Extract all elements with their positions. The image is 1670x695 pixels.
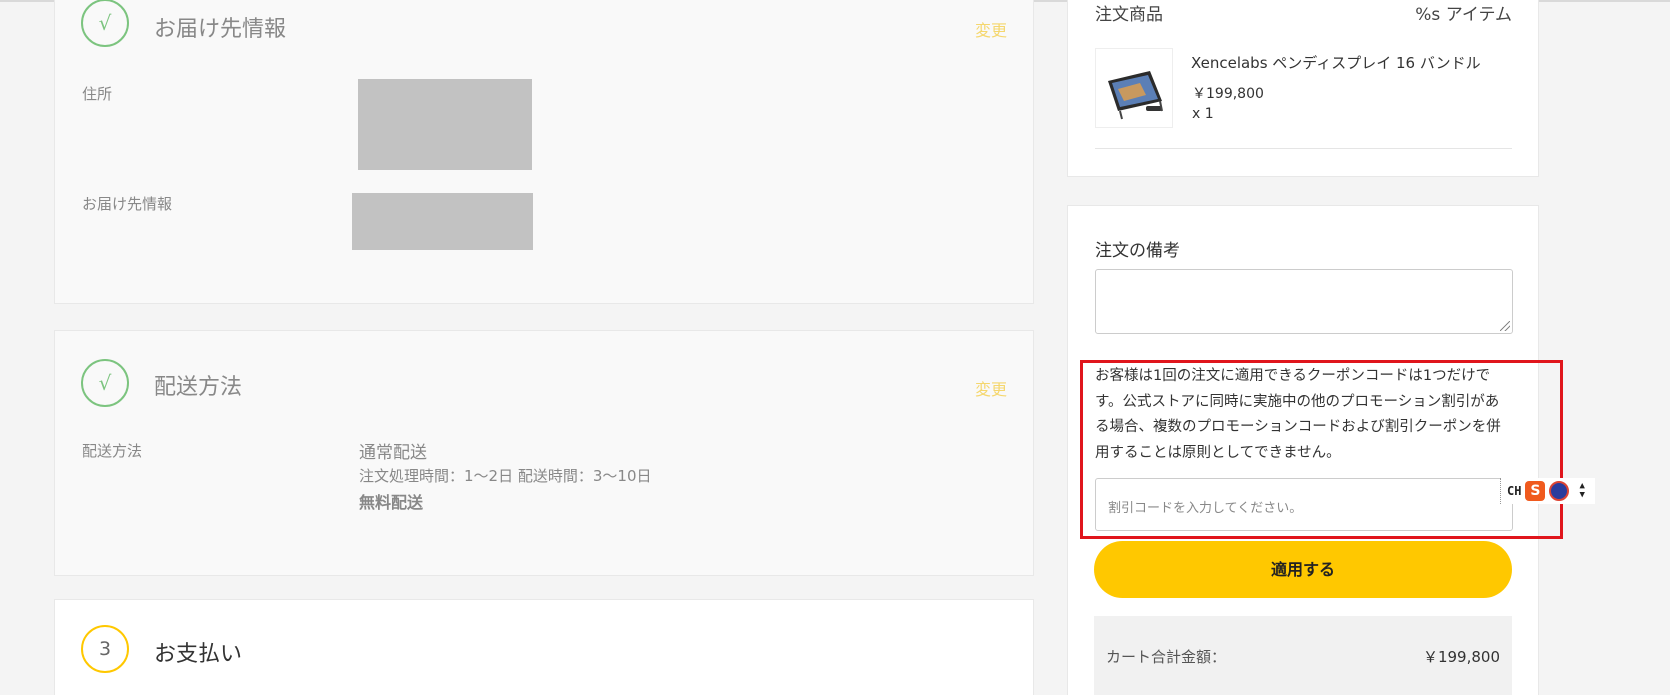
product-thumbnail[interactable] bbox=[1095, 48, 1173, 128]
up-down-arrows-icon[interactable]: ▲ ▼ bbox=[1579, 482, 1584, 500]
delivery-method-change-link[interactable]: 変更 bbox=[975, 376, 1007, 400]
items-divider bbox=[1095, 148, 1512, 149]
delivery-processing-time: 注文処理時間：1〜2日 配送時間：3〜10日 bbox=[359, 467, 652, 485]
order-items-card: 注文商品 %s アイテム Xencelabs ペンディスプレイ 16 バンドル … bbox=[1067, 0, 1539, 177]
s-logo-icon[interactable]: S bbox=[1525, 481, 1546, 501]
order-notes-label: 注文の備考 bbox=[1095, 241, 1180, 261]
delivery-method-label: 配送方法 bbox=[82, 442, 143, 460]
cart-total-value: ￥199,800 bbox=[1422, 648, 1500, 666]
recipient-label: お届け先情報 bbox=[82, 195, 173, 213]
delivery-method-title: 配送方法 bbox=[154, 375, 243, 400]
record-dot-icon[interactable] bbox=[1549, 481, 1570, 501]
extension-lang-label[interactable]: CH bbox=[1507, 484, 1521, 498]
address-label: 住所 bbox=[82, 85, 113, 103]
product-quantity: x 1 bbox=[1192, 106, 1214, 122]
shipping-info-section: √ お届け先情報 変更 住所 お届け先情報 bbox=[54, 0, 1034, 304]
step-complete-check-icon: √ bbox=[81, 0, 129, 47]
payment-title: お支払い bbox=[154, 642, 243, 667]
step-number-badge: 3 bbox=[81, 625, 129, 673]
address-redacted-block bbox=[358, 79, 532, 170]
resize-grip-icon[interactable] bbox=[1500, 321, 1510, 331]
order-items-label: 注文商品 bbox=[1095, 5, 1163, 25]
cart-summary: カート合計金額： ￥199,800 bbox=[1094, 616, 1512, 695]
product-name[interactable]: Xencelabs ペンディスプレイ 16 バンドル bbox=[1191, 52, 1481, 73]
pen-display-image-icon bbox=[1108, 71, 1163, 120]
shipping-info-title: お届け先情報 bbox=[154, 17, 287, 42]
extension-toolbar[interactable]: CH S ▲ ▼ bbox=[1500, 478, 1595, 504]
step-complete-check-icon: √ bbox=[81, 359, 129, 407]
order-items-count: %s アイテム bbox=[1415, 5, 1512, 25]
apply-coupon-button[interactable]: 適用する bbox=[1094, 541, 1512, 598]
shipping-info-change-link[interactable]: 変更 bbox=[975, 17, 1007, 41]
payment-section: 3 お支払い bbox=[54, 599, 1034, 695]
order-items-header: 注文商品 %s アイテム bbox=[1095, 0, 1512, 25]
cart-total-label: カート合計金額： bbox=[1106, 648, 1227, 666]
product-price: ￥199,800 bbox=[1192, 86, 1264, 102]
delivery-method-name: 通常配送 bbox=[359, 443, 427, 463]
order-notes-textarea[interactable] bbox=[1095, 269, 1513, 334]
delivery-method-section: √ 配送方法 変更 配送方法 通常配送 注文処理時間：1〜2日 配送時間：3〜1… bbox=[54, 330, 1034, 576]
coupon-notice-text: お客様は1回の注文に適用できるクーポンコードは1つだけです。公式ストアに同時に実… bbox=[1095, 368, 1501, 461]
coupon-code-input[interactable]: 割引コードを入力してください。 bbox=[1095, 478, 1513, 531]
delivery-fee: 無料配送 bbox=[359, 493, 424, 512]
recipient-redacted-block bbox=[352, 193, 533, 250]
